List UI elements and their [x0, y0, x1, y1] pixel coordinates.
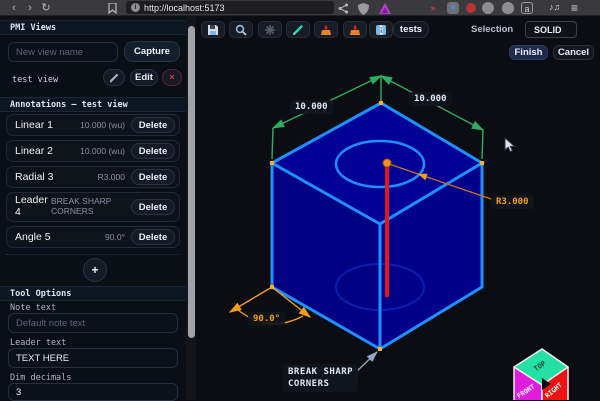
site-info-icon[interactable]: i — [131, 3, 140, 12]
annotation-value: R3.000 — [97, 172, 125, 182]
annotation-name: Leader 4 — [15, 194, 48, 218]
reload-icon[interactable]: ↻ — [38, 0, 54, 16]
forward-icon[interactable]: › — [22, 0, 38, 16]
pmi-views-header: PMI Views — [0, 20, 186, 35]
add-annotation-button[interactable]: + — [83, 258, 107, 282]
leader-text-label: Leader text — [10, 338, 67, 348]
tool-flame-button-1[interactable] — [314, 21, 338, 38]
music-note-icon[interactable]: ♪♫ — [549, 2, 560, 12]
leader-note-line2: CORNERS — [288, 379, 330, 390]
dim-decimals-input[interactable]: 3 — [8, 383, 178, 401]
tests-button[interactable]: tests — [393, 21, 429, 38]
url-text: http://localhost:5173 — [144, 2, 225, 13]
annotate-button[interactable] — [286, 21, 310, 38]
browser-toolbar: ‹ › ↻ i http://localhost:5173 » ★ a ♪♫ ≡ — [0, 0, 600, 16]
annotation-row-radial-3: Radial 3 R3.000 Delete — [6, 166, 180, 188]
capture-button[interactable]: Capture — [124, 41, 180, 62]
extension-star-icon[interactable]: ★ — [447, 2, 459, 14]
annotation-name: Radial 3 — [15, 171, 54, 183]
viewport-3d-canvas[interactable]: TOP FRONT RIGHT — [196, 16, 600, 400]
sidebar: PMI Views New view name Capture test vie… — [0, 16, 186, 401]
annotation-value: 10.000 (wu) — [80, 120, 125, 130]
extension-chevrons-icon[interactable]: » — [427, 2, 439, 14]
divider — [6, 254, 180, 255]
cancel-button[interactable]: Cancel — [553, 45, 594, 60]
panel-icon — [376, 24, 386, 35]
menu-icon[interactable]: ≡ — [571, 1, 578, 15]
selection-label: Selection — [471, 24, 514, 35]
tool-flame-button-2[interactable] — [343, 21, 367, 38]
new-view-name-input[interactable]: New view name — [8, 42, 118, 62]
extension-sphere-icon[interactable] — [482, 2, 494, 14]
selection-dropdown[interactable]: SOLID — [525, 21, 577, 38]
note-text-label: Note text — [10, 303, 57, 313]
annotation-value: 10.000 (wu) — [80, 146, 125, 156]
dim-decimals-label: Dim decimals — [10, 373, 72, 383]
leader-text-value: TEXT HERE — [16, 352, 70, 364]
tool-options-header: Tool Options — [0, 286, 186, 301]
recapture-button[interactable] — [103, 69, 125, 86]
delete-button[interactable]: Delete — [131, 143, 175, 159]
panel-button[interactable] — [369, 21, 393, 38]
dim-label-linear-left[interactable]: 10.000 — [290, 100, 333, 114]
note-text-placeholder: Default note text — [16, 317, 86, 329]
leader-line — [355, 351, 378, 373]
screenshot-a-icon[interactable]: a — [521, 2, 533, 14]
share-icon[interactable] — [338, 3, 349, 14]
leader-text-input[interactable]: TEXT HERE — [8, 348, 178, 368]
edit-view-button[interactable]: Edit — [130, 69, 158, 86]
delete-button[interactable]: Delete — [131, 117, 175, 133]
triangle-logo-icon[interactable] — [379, 2, 391, 14]
save-icon — [208, 24, 218, 35]
back-icon[interactable]: ‹ — [6, 0, 22, 16]
zoom-button[interactable] — [229, 21, 253, 38]
view-name-label: test view — [12, 75, 59, 85]
annotation-row-linear-1: Linear 1 10.000 (wu) Delete — [6, 114, 180, 136]
annotation-row-leader-4: Leader 4 BREAK SHARP CORNERS Delete — [6, 192, 180, 222]
settings-icon — [265, 24, 275, 35]
extension-badge-icon[interactable] — [466, 3, 476, 13]
mouse-cursor — [504, 136, 516, 153]
settings-button[interactable] — [258, 21, 282, 38]
dim-label-radial[interactable]: R3.000 — [491, 195, 534, 209]
delete-button[interactable]: Delete — [131, 229, 175, 245]
dim-label-linear-right[interactable]: 10.000 — [409, 92, 452, 106]
save-button[interactable] — [201, 21, 225, 38]
dim-label-angle[interactable]: 90.0° — [248, 312, 286, 326]
sidebar-scrollbar-thumb[interactable] — [187, 26, 195, 338]
shield-icon[interactable] — [358, 2, 369, 15]
pencil-icon — [293, 24, 303, 35]
annotations-header: Annotations — test view — [0, 97, 186, 112]
pencil-icon — [109, 73, 119, 82]
annotation-row-angle-5: Angle 5 90.0° Delete — [6, 226, 180, 248]
note-text-input[interactable]: Default note text — [8, 313, 178, 333]
dim-decimals-value: 3 — [16, 386, 22, 398]
zoom-icon — [235, 24, 247, 36]
delete-button[interactable]: Delete — [131, 169, 175, 185]
annotation-name: Linear 2 — [15, 145, 53, 157]
annotation-value: BREAK SHARP CORNERS — [51, 196, 112, 216]
finish-button[interactable]: Finish — [509, 45, 548, 60]
tool-flame-icon — [321, 24, 331, 35]
circle-center-handle[interactable] — [382, 158, 392, 168]
annotation-name: Linear 1 — [15, 119, 53, 131]
annotation-value: 90.0° — [105, 232, 125, 242]
delete-button[interactable]: Delete — [131, 199, 175, 215]
annotation-row-linear-2: Linear 2 10.000 (wu) Delete — [6, 140, 180, 162]
delete-view-button[interactable]: × — [162, 69, 182, 86]
url-bar[interactable]: i http://localhost:5173 — [126, 1, 334, 14]
sidebar-scrollbar-track[interactable] — [186, 16, 196, 400]
new-view-name-placeholder: New view name — [16, 46, 84, 58]
annotation-name: Angle 5 — [15, 231, 51, 243]
leader-note-label[interactable]: BREAK SHARP CORNERS — [283, 364, 359, 393]
leader-note-line1: BREAK SHARP — [288, 367, 354, 377]
tool-flame-icon — [350, 24, 360, 35]
bookmark-icon[interactable] — [108, 3, 117, 14]
github-cat-icon[interactable] — [502, 2, 514, 14]
